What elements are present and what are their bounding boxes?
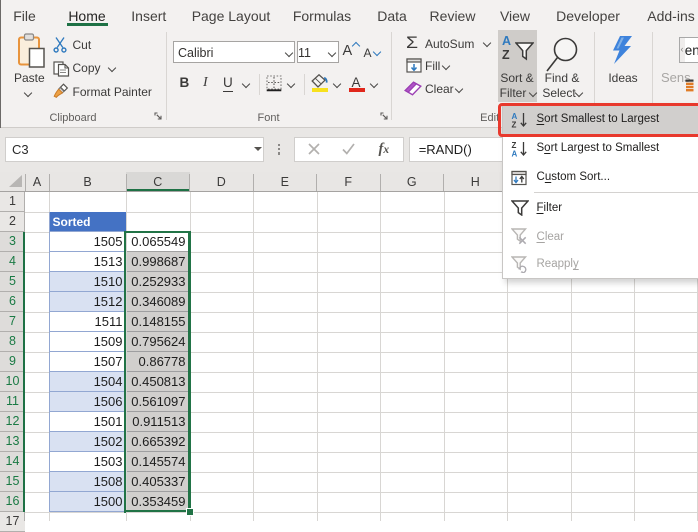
svg-text:A: A: [511, 149, 517, 157]
